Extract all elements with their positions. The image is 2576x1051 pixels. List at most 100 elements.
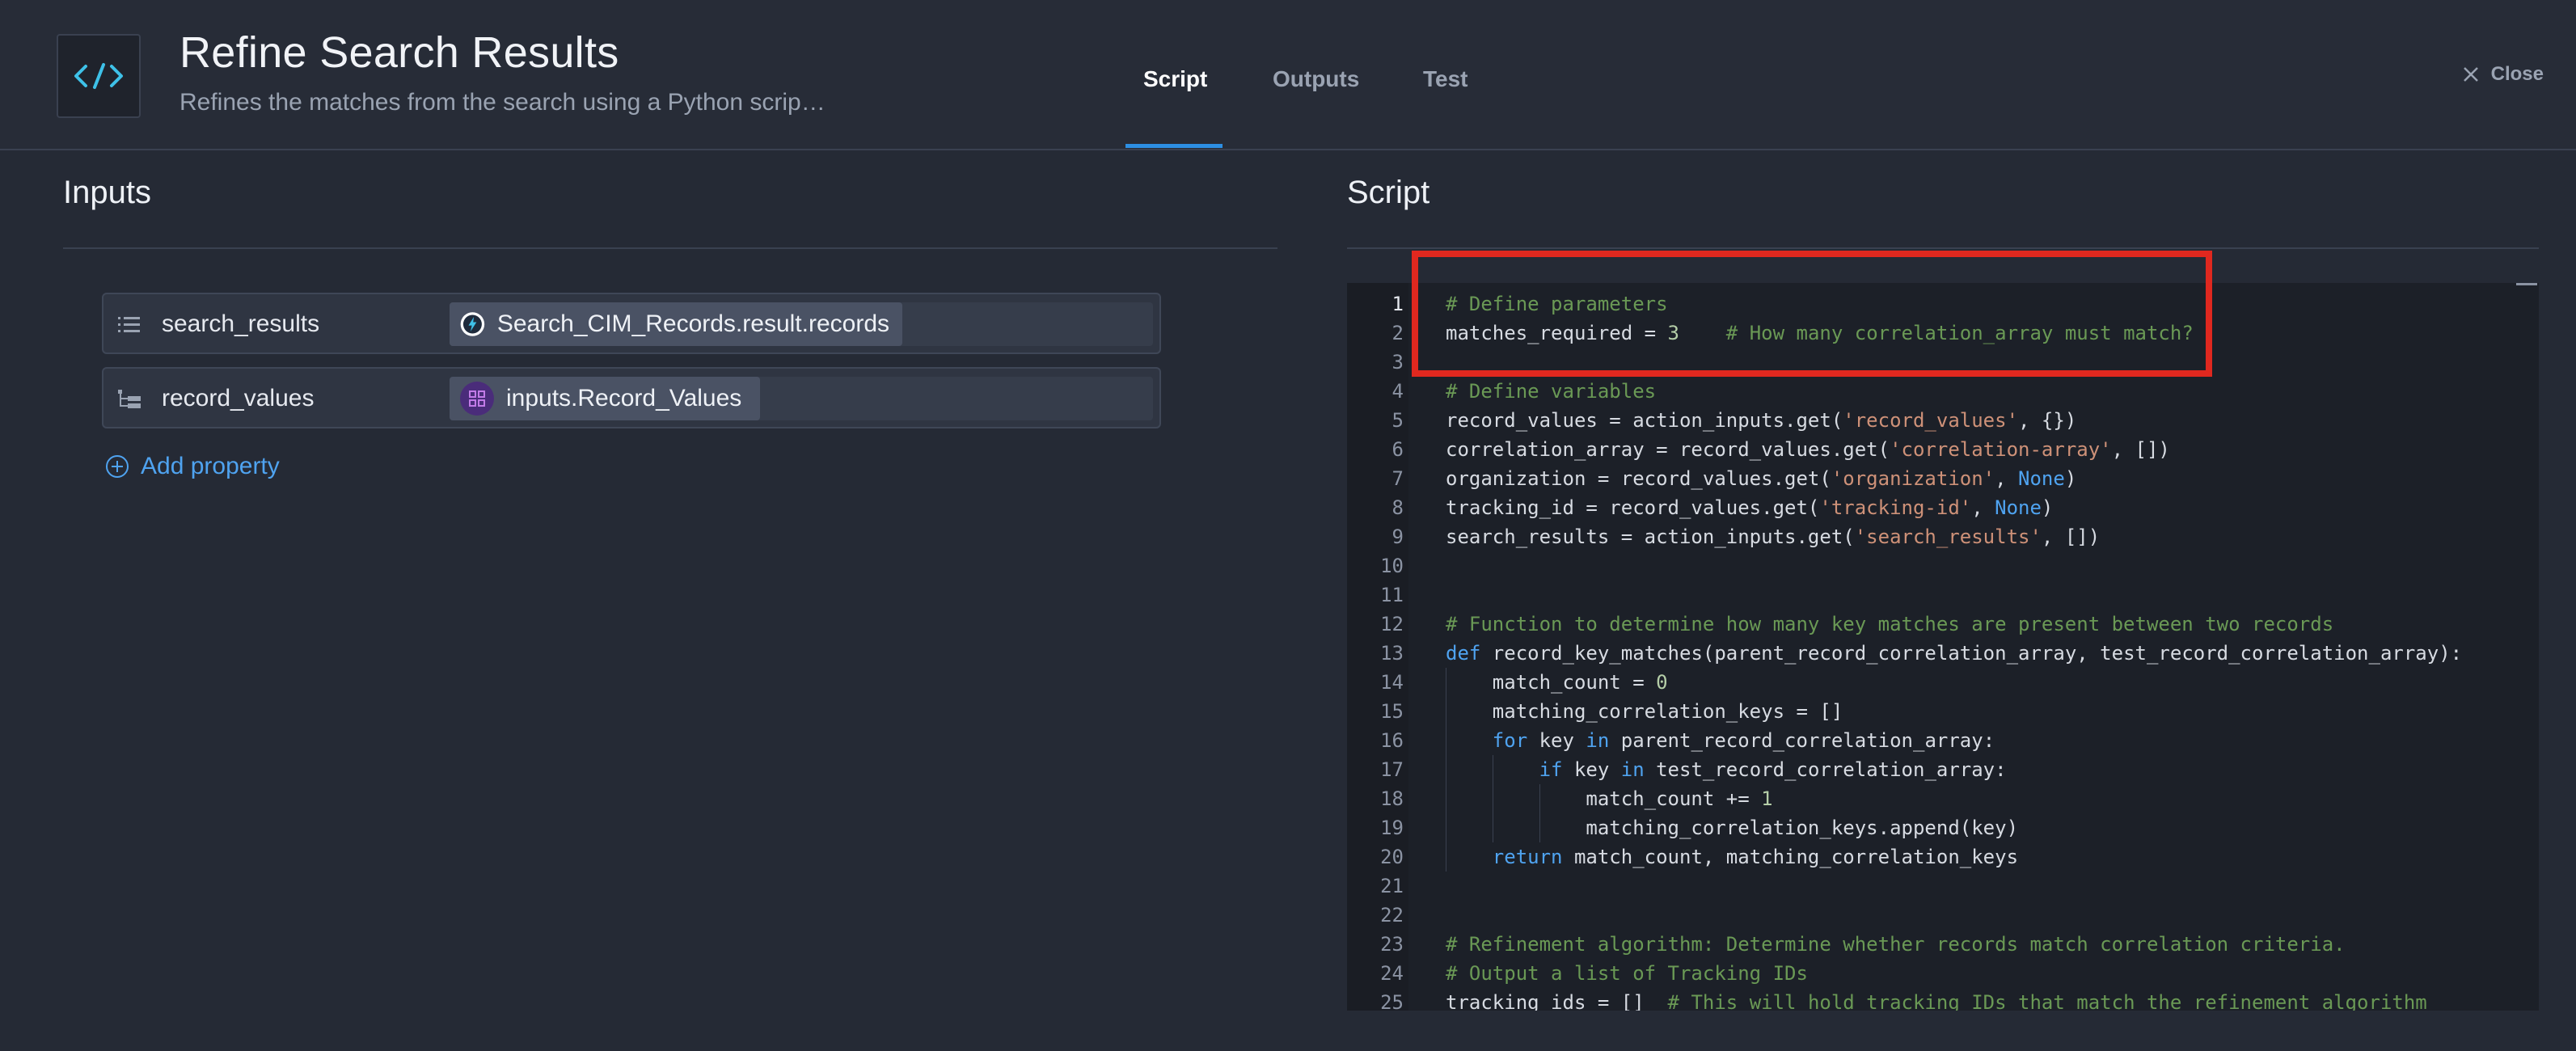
code-text: matching_correlation_keys.append(key) — [1446, 813, 2018, 842]
code-token: matching_correlation_keys.append(key) — [1446, 817, 2019, 839]
line-number: 2 — [1391, 322, 1404, 344]
code-line[interactable]: 4 # Define variables — [1347, 377, 2539, 406]
code-token: matching_correlation_keys = [] — [1446, 700, 1843, 723]
code-token: # Function to determine how many key mat… — [1446, 613, 2334, 635]
tab-test[interactable]: Test — [1423, 66, 1468, 92]
line-number: 14 — [1380, 671, 1404, 694]
code-token: for — [1492, 729, 1528, 752]
line-number: 4 — [1391, 380, 1404, 403]
code-line[interactable]: 17 if key in test_record_correlation_arr… — [1347, 755, 2539, 784]
code-token: tracking_id = record_values.get( — [1446, 496, 1820, 519]
indent-guide — [1539, 784, 1540, 842]
line-number: 11 — [1380, 584, 1404, 606]
code-token: return — [1492, 846, 1563, 868]
code-line[interactable]: 19 matching_correlation_keys.append(key) — [1347, 813, 2539, 842]
plus-circle-icon — [106, 455, 129, 478]
line-number: 6 — [1391, 438, 1404, 461]
code-token: key — [1562, 758, 1621, 781]
code-text: tracking_ids = [] # This will hold track… — [1446, 988, 2427, 1011]
code-token: record_key_matches(parent_record_correla… — [1480, 642, 2463, 665]
code-line[interactable]: 11 — [1347, 580, 2539, 610]
line-number: 13 — [1380, 642, 1404, 665]
code-token: 'record_values' — [1843, 409, 2019, 432]
page-subtitle: Refines the matches from the search usin… — [179, 89, 826, 116]
line-number: 18 — [1380, 787, 1404, 810]
code-editor[interactable]: 1 # Define parameters 2 matches_required = … — [1347, 283, 2539, 1011]
code-line[interactable]: 14 match_count = 0 — [1347, 668, 2539, 697]
code-line[interactable]: 22 — [1347, 901, 2539, 930]
close-label: Close — [2490, 63, 2544, 85]
code-token: # Output a list of Tracking IDs — [1446, 962, 1808, 985]
code-line[interactable]: 24 # Output a list of Tracking IDs — [1347, 959, 2539, 988]
code-line[interactable]: 16 for key in parent_record_correlation_… — [1347, 726, 2539, 755]
line-number: 25 — [1380, 991, 1404, 1011]
code-token: if — [1539, 758, 1563, 781]
code-line[interactable]: 20 return match_count, matching_correlat… — [1347, 842, 2539, 872]
script-title: Script — [1347, 175, 1430, 210]
line-number: 20 — [1380, 846, 1404, 868]
code-token: correlation_array = record_values.get( — [1446, 438, 1890, 461]
line-number: 10 — [1380, 555, 1404, 577]
page-title: Refine Search Results — [179, 28, 619, 77]
input-row-search-results[interactable]: search_results Search_CIM_Records.result… — [102, 293, 1161, 354]
code-token: 'correlation-array' — [1890, 438, 2112, 461]
code-line[interactable]: 25 tracking_ids = [] # This will hold tra… — [1347, 988, 2539, 1011]
input-value-field[interactable]: inputs.Record_Values — [450, 377, 1153, 420]
code-token: key — [1527, 729, 1586, 752]
line-number: 7 — [1391, 467, 1404, 490]
tab-outputs[interactable]: Outputs — [1273, 66, 1359, 92]
add-property-label: Add property — [141, 453, 280, 479]
code-token: test_record_correlation_array: — [1644, 758, 2007, 781]
code-line[interactable]: 23 # Refinement algorithm: Determine whet… — [1347, 930, 2539, 959]
line-number: 8 — [1391, 496, 1404, 519]
code-token: in — [1620, 758, 1645, 781]
input-row-record-values[interactable]: record_values inputs.Record_Values — [102, 367, 1161, 428]
code-text: match_count += 1 — [1446, 784, 1772, 813]
code-line[interactable]: 6 correlation_array = record_values.get('… — [1347, 435, 2539, 464]
code-token: # Refinement algorithm: Determine whethe… — [1446, 933, 2346, 956]
code-line[interactable]: 15 matching_correlation_keys = [] — [1347, 697, 2539, 726]
value-chip[interactable]: inputs.Record_Values — [450, 377, 760, 420]
code-token: organization = record_values.get( — [1446, 467, 1831, 490]
value-chip-text: inputs.Record_Values — [506, 385, 742, 412]
code-text: def record_key_matches(parent_record_cor… — [1446, 639, 2462, 668]
code-token: 'tracking-id' — [1819, 496, 1972, 519]
collapse-icon[interactable] — [2516, 283, 2537, 285]
code-token: match_count = — [1446, 671, 1657, 694]
line-number: 24 — [1380, 962, 1404, 985]
code-token: match_count, matching_correlation_keys — [1562, 846, 2019, 868]
code-token: in — [1586, 729, 1610, 752]
code-line[interactable]: 7 organization = record_values.get('organ… — [1347, 464, 2539, 493]
input-label: record_values — [162, 385, 315, 412]
inputs-title: Inputs — [63, 175, 151, 210]
value-chip[interactable]: Search_CIM_Records.result.records — [450, 302, 902, 346]
code-token: None — [2018, 467, 2065, 490]
line-number: 19 — [1380, 817, 1404, 839]
code-line[interactable]: 9 search_results = action_inputs.get('sea… — [1347, 522, 2539, 551]
code-icon — [57, 34, 141, 118]
input-value-field[interactable]: Search_CIM_Records.result.records — [450, 302, 1153, 346]
code-line[interactable]: 21 — [1347, 872, 2539, 901]
code-line[interactable]: 8 tracking_id = record_values.get('tracki… — [1347, 493, 2539, 522]
input-node-icon — [460, 382, 494, 416]
line-number: 12 — [1380, 613, 1404, 635]
tree-icon — [118, 390, 141, 408]
code-line[interactable]: 18 match_count += 1 — [1347, 784, 2539, 813]
code-line[interactable]: 12 # Function to determine how many key m… — [1347, 610, 2539, 639]
line-number: 9 — [1391, 526, 1404, 548]
annotation-highlight-box — [1412, 251, 2212, 377]
header-bar: Refine Search Results Refines the matche… — [0, 0, 2576, 150]
code-line[interactable]: 10 — [1347, 551, 2539, 580]
input-label: search_results — [162, 310, 320, 337]
code-line[interactable]: 13 def record_key_matches(parent_record_c… — [1347, 639, 2539, 668]
code-line[interactable]: 5 record_values = action_inputs.get('reco… — [1347, 406, 2539, 435]
code-text: return match_count, matching_correlation… — [1446, 842, 2018, 872]
code-text: for key in parent_record_correlation_arr… — [1446, 726, 1995, 755]
tab-script[interactable]: Script — [1143, 66, 1207, 92]
line-number: 22 — [1380, 904, 1404, 926]
add-property-button[interactable]: Add property — [105, 453, 280, 480]
code-token: # This will hold tracking IDs that match… — [1667, 991, 2427, 1011]
code-token: None — [1995, 496, 2042, 519]
close-button[interactable]: Close — [2462, 63, 2544, 86]
